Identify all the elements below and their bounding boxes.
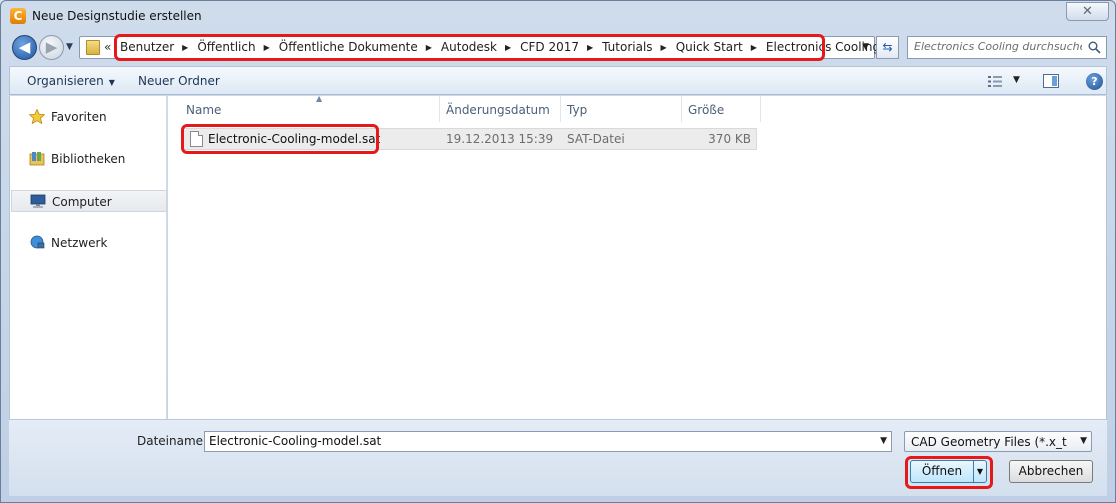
breadcrumb-item[interactable]: Öffentliche Dokumente	[279, 40, 418, 54]
file-size: 370 KB	[708, 132, 751, 146]
sidebar-item-netzwerk[interactable]: Netzwerk	[11, 232, 167, 254]
star-icon	[29, 109, 45, 124]
preview-pane-icon[interactable]	[1043, 74, 1059, 88]
file-list: Name ▲ Änderungsdatum Typ Größe Electron…	[168, 94, 1107, 419]
breadcrumb-item[interactable]: CFD 2017	[520, 40, 579, 54]
breadcrumb: Benutzer ▶ Öffentlich ▶ Öffentliche Doku…	[120, 40, 880, 54]
folder-icon	[86, 40, 100, 55]
sort-ascending-icon: ▲	[316, 94, 323, 103]
breadcrumb-item[interactable]: Autodesk	[441, 40, 497, 54]
breadcrumb-item[interactable]: Öffentlich	[197, 40, 255, 54]
library-icon	[29, 152, 45, 166]
file-icon	[190, 131, 203, 147]
column-header-modified[interactable]: Änderungsdatum	[440, 96, 561, 122]
sidebar-item-label: Netzwerk	[51, 236, 108, 250]
sidebar-item-bibliotheken[interactable]: Bibliotheken	[11, 148, 167, 170]
filetype-select[interactable]: CAD Geometry Files (*.x_t *.sat ▼	[904, 431, 1092, 452]
chevron-down-icon: ▼	[108, 78, 115, 87]
breadcrumb-overflow[interactable]: «	[104, 40, 111, 54]
column-header-size[interactable]: Größe	[682, 96, 761, 122]
forward-button[interactable]: ▶	[39, 35, 64, 60]
command-bar: Organisieren ▼ Neuer Ordner ▼ ?	[9, 66, 1107, 95]
file-modified: 19.12.2013 15:39	[446, 132, 554, 146]
breadcrumb-item[interactable]: Benutzer	[120, 40, 174, 54]
recent-pages-dropdown[interactable]: ▼	[66, 42, 73, 52]
view-options-icon[interactable]	[988, 76, 1002, 87]
filetype-dropdown-icon: ▼	[1080, 436, 1087, 446]
breadcrumb-separator-icon[interactable]: ▶	[751, 43, 757, 52]
close-button[interactable]: ✕	[1066, 2, 1109, 21]
back-arrow-icon: ◀	[18, 38, 31, 56]
address-dropdown-icon[interactable]: ▼	[862, 42, 869, 52]
file-type: SAT-Datei	[567, 132, 625, 146]
window-title: Neue Designstudie erstellen	[32, 9, 202, 23]
title-bar: C Neue Designstudie erstellen ✕	[1, 1, 1115, 31]
address-bar[interactable]: « Benutzer ▶ Öffentlich ▶ Öffentliche Do…	[79, 36, 880, 59]
sidebar-item-label: Computer	[52, 195, 112, 209]
breadcrumb-item[interactable]: Tutorials	[602, 40, 652, 54]
open-button[interactable]: Öffnen ▼	[910, 460, 987, 483]
search-input[interactable]	[914, 40, 1082, 53]
file-row[interactable]: Electronic-Cooling-model.sat 19.12.2013 …	[182, 128, 757, 150]
new-folder-button[interactable]: Neuer Ordner	[138, 74, 220, 88]
filename-field[interactable]: ▼	[204, 431, 892, 452]
app-icon: C	[10, 8, 26, 24]
back-button[interactable]: ◀	[12, 35, 37, 60]
breadcrumb-item[interactable]: Quick Start	[676, 40, 743, 54]
filename-label: Dateiname:	[137, 434, 208, 448]
network-icon	[30, 235, 45, 249]
search-icon[interactable]	[1088, 41, 1101, 54]
navigation-pane: Favoriten Bibliotheken Computer Netzwerk	[9, 96, 167, 419]
open-file-dialog: C Neue Designstudie erstellen ✕ ◀ ▶ ▼ « …	[0, 0, 1116, 503]
column-header-name[interactable]: Name ▲	[180, 94, 440, 122]
breadcrumb-separator-icon[interactable]: ▶	[264, 43, 270, 52]
column-header-type[interactable]: Typ	[561, 96, 682, 122]
close-icon: ✕	[1082, 4, 1093, 19]
breadcrumb-separator-icon[interactable]: ▶	[661, 43, 667, 52]
organize-button[interactable]: Organisieren ▼	[27, 74, 115, 88]
search-box[interactable]	[907, 36, 1107, 59]
help-icon[interactable]: ?	[1086, 73, 1103, 90]
column-header-label: Name	[186, 103, 222, 117]
cancel-button[interactable]: Abbrechen	[1009, 460, 1093, 483]
filetype-value: CAD Geometry Files (*.x_t *.sat	[911, 435, 1071, 449]
filename-dropdown-icon[interactable]: ▼	[880, 436, 887, 446]
refresh-button[interactable]: ⇆	[876, 36, 899, 59]
sidebar-item-computer[interactable]: Computer	[11, 190, 167, 212]
breadcrumb-separator-icon[interactable]: ▶	[182, 43, 188, 52]
filename-input[interactable]	[209, 434, 859, 448]
computer-icon	[30, 194, 46, 208]
sidebar-item-label: Bibliotheken	[51, 152, 126, 166]
sidebar-item-label: Favoriten	[51, 110, 107, 124]
dialog-footer: Dateiname: ▼ CAD Geometry Files (*.x_t *…	[9, 419, 1107, 496]
refresh-icon: ⇆	[882, 40, 893, 54]
open-label: Öffnen	[921, 464, 963, 478]
view-dropdown-icon[interactable]: ▼	[1013, 75, 1020, 85]
forward-arrow-icon: ▶	[45, 38, 58, 56]
breadcrumb-separator-icon[interactable]: ▶	[505, 43, 511, 52]
sidebar-item-favoriten[interactable]: Favoriten	[11, 106, 167, 128]
open-dropdown-icon[interactable]: ▼	[973, 461, 986, 482]
breadcrumb-separator-icon[interactable]: ▶	[587, 43, 593, 52]
organize-label: Organisieren	[27, 74, 104, 88]
file-name: Electronic-Cooling-model.sat	[208, 132, 381, 146]
breadcrumb-separator-icon[interactable]: ▶	[426, 43, 432, 52]
